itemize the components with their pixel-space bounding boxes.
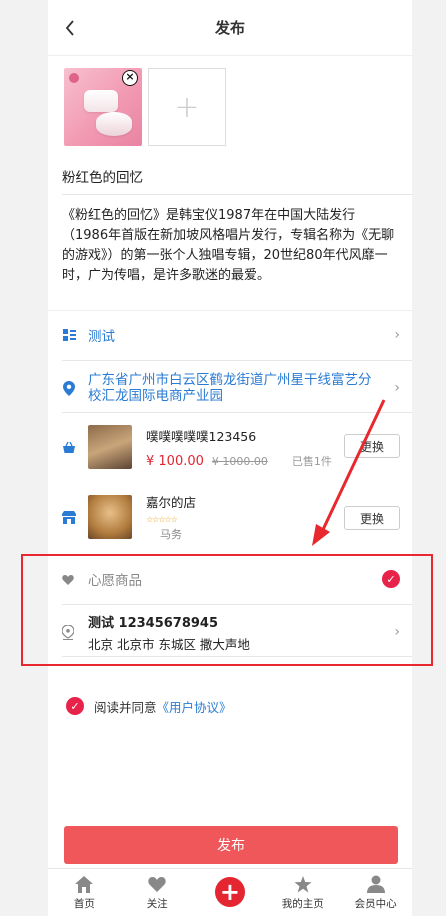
header: 发布: [48, 0, 412, 56]
add-image-button[interactable]: +: [148, 68, 226, 146]
shop-avatar: [88, 495, 132, 539]
goods-original-price: ¥ 1000.00: [211, 454, 268, 468]
tab-label: 首页: [73, 898, 95, 910]
bottom-tab-bar: 首页 关注 + 我的主页 会员中心: [48, 868, 412, 916]
location-label: 广东省广州市白云区鹤龙街道广州星干线富艺分校汇龙国际电商产业园: [88, 372, 372, 404]
location-pin-icon: [62, 380, 76, 396]
chevron-right-icon: ›: [394, 327, 400, 343]
shop-name: 嘉尔的店: [146, 495, 197, 510]
category-row[interactable]: 测试 ›: [62, 322, 412, 348]
star-icon: [293, 874, 313, 894]
shop-category: 马务: [160, 528, 182, 541]
product-image[interactable]: ×: [64, 68, 142, 146]
tab-follow[interactable]: 关注: [121, 869, 194, 916]
tab-member-center[interactable]: 会员中心: [339, 869, 412, 916]
annotation-highlight-box: [21, 554, 433, 666]
shop-row: 嘉尔的店 ☆☆☆☆☆ 马务 更换: [62, 492, 412, 542]
home-icon: [74, 874, 94, 894]
divider: [62, 194, 412, 195]
divider: [62, 412, 412, 413]
publish-button[interactable]: 发布: [64, 826, 398, 864]
product-description: 《粉红色的回忆》是韩宝仪1987年在中国大陆发行（1986年首版在新加坡风格唱片…: [62, 208, 395, 283]
agreement-row: ✓ 阅读并同意 《用户协议》: [66, 696, 412, 716]
plus-icon: +: [214, 877, 245, 907]
publish-page: 发布 × + 粉红色的回忆 《粉红色的回忆》是韩宝仪1987年在中国大陆发行（1…: [48, 0, 412, 916]
image-uploader: × +: [64, 68, 226, 146]
divider: [62, 360, 412, 361]
product-title: 粉红色的回忆: [62, 170, 143, 186]
heart-icon: [147, 874, 167, 894]
change-goods-button[interactable]: 更换: [344, 434, 400, 458]
chevron-right-icon: ›: [394, 380, 400, 396]
jar-shape: [84, 90, 118, 112]
category-icon: [62, 328, 76, 342]
jar-shape: [96, 112, 132, 136]
change-shop-button[interactable]: 更换: [344, 506, 400, 530]
agreement-prefix: 阅读并同意: [94, 699, 157, 715]
user-agreement-link[interactable]: 《用户协议》: [157, 697, 232, 716]
tab-publish[interactable]: +: [194, 869, 267, 916]
section-divider: [48, 310, 412, 318]
back-icon[interactable]: [60, 18, 80, 38]
tab-home[interactable]: 首页: [48, 869, 121, 916]
tab-label: 关注: [146, 898, 168, 910]
location-row[interactable]: 广东省广州市白云区鹤龙街道广州星干线富艺分校汇龙国际电商产业园 ›: [62, 370, 412, 406]
goods-sold-count: 已售1件: [291, 454, 332, 468]
agreement-checked-icon[interactable]: ✓: [66, 697, 84, 715]
shop-rating-stars: ☆☆☆☆☆: [146, 515, 178, 524]
shop-icon: [62, 510, 76, 524]
shopping-basket-icon: [62, 440, 76, 454]
tab-label: 会员中心: [354, 898, 397, 910]
goods-info: 噗噗噗噗噗123456 ¥ 100.00 ¥ 1000.00 已售1件: [146, 426, 332, 469]
category-label: 测试: [88, 329, 115, 345]
goods-image: [88, 425, 132, 469]
tab-my-home[interactable]: 我的主页: [266, 869, 339, 916]
user-icon: [366, 874, 386, 894]
goods-name: 噗噗噗噗噗123456: [146, 428, 257, 444]
goods-row: 噗噗噗噗噗123456 ¥ 100.00 ¥ 1000.00 已售1件 更换: [62, 424, 412, 470]
page-title: 发布: [214, 19, 245, 37]
goods-price: ¥ 100.00: [146, 453, 204, 469]
brand-logo-icon: [69, 73, 79, 83]
tab-label: 我的主页: [281, 898, 324, 910]
shop-info: 嘉尔的店 ☆☆☆☆☆ 马务: [146, 492, 196, 542]
delete-image-icon[interactable]: ×: [122, 70, 138, 86]
